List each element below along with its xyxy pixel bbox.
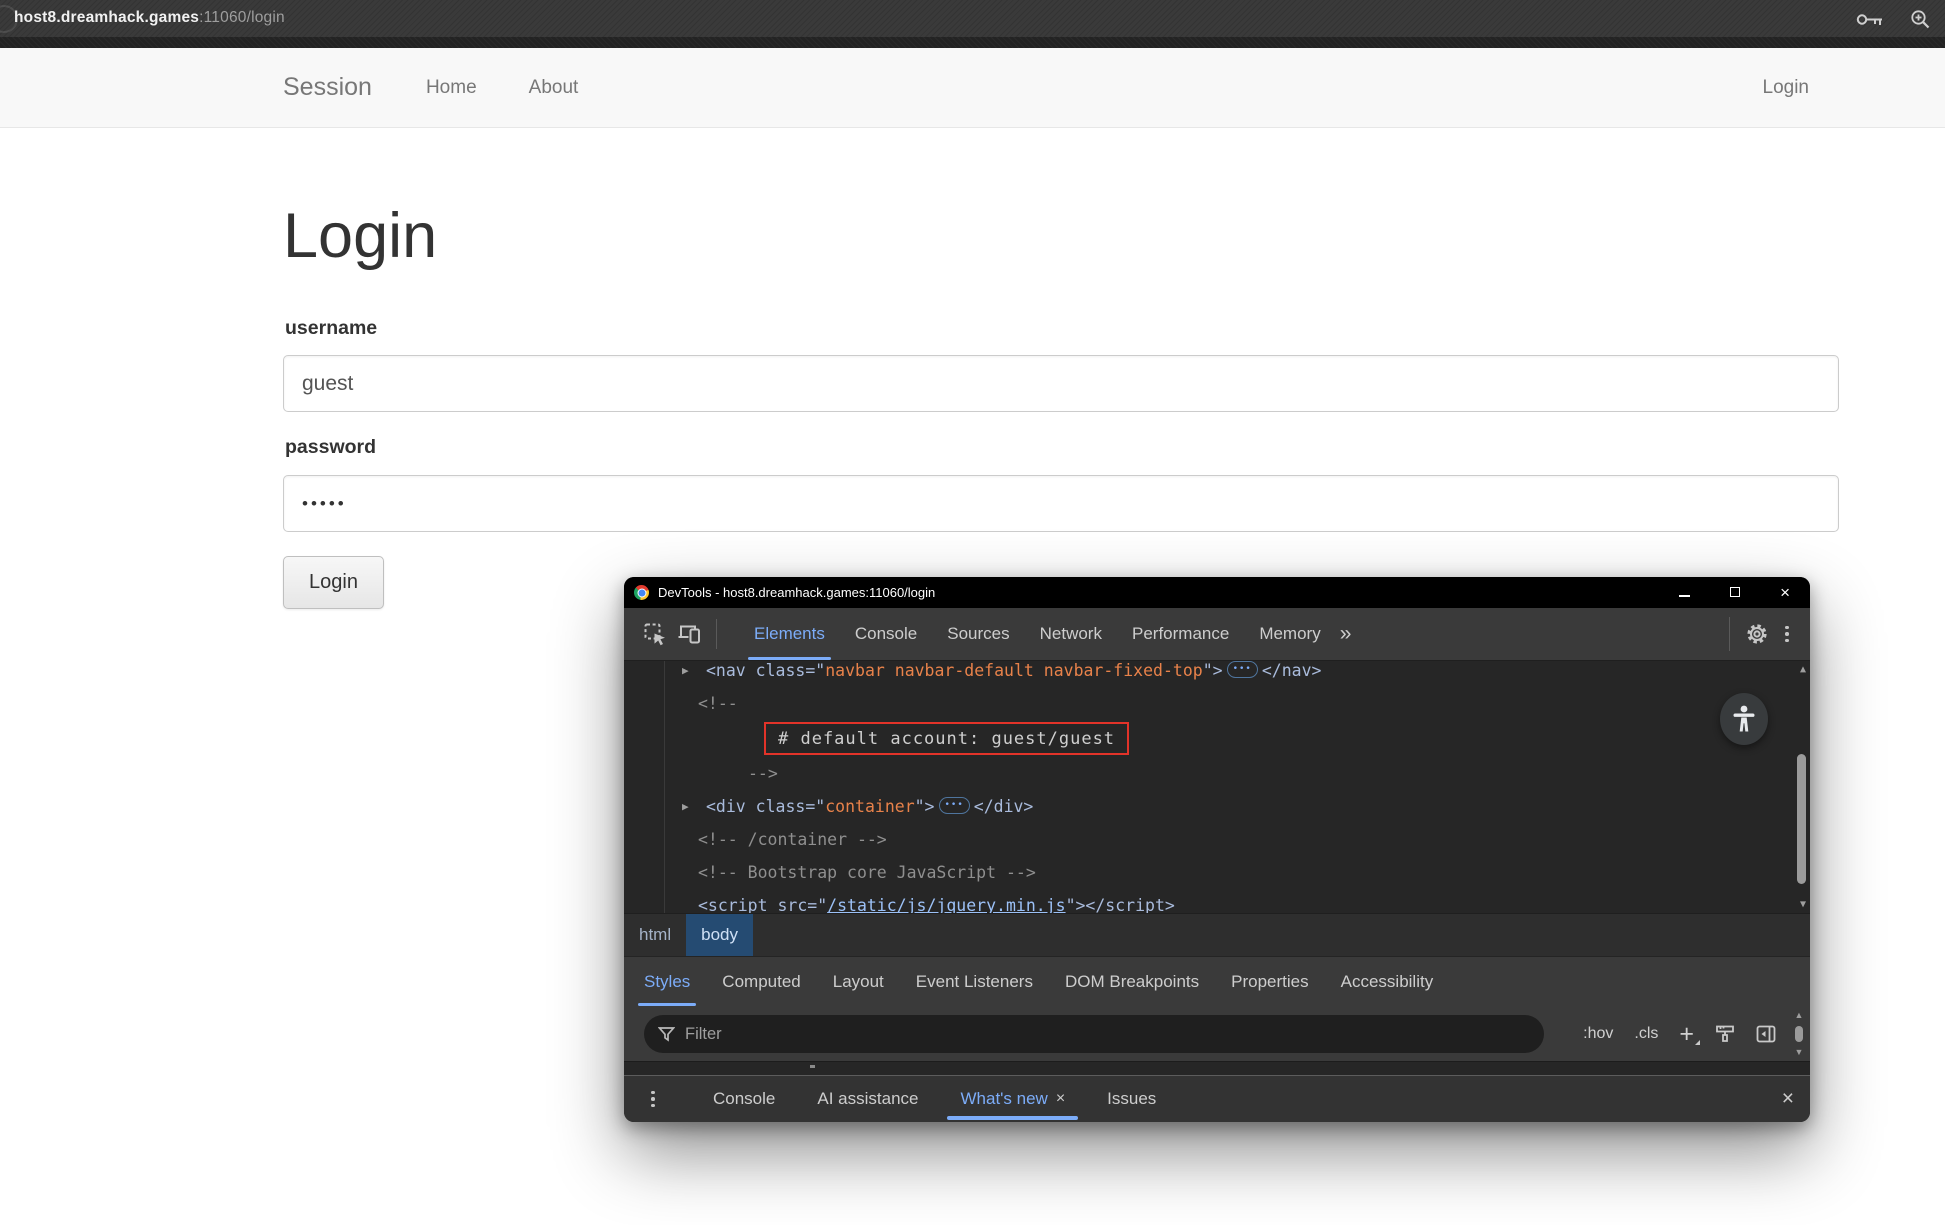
devtools-titlebar[interactable]: DevTools - host8.dreamhack.games:11060/l… [624, 577, 1810, 608]
tree-node-bootstrap-comment[interactable]: <!-- Bootstrap core JavaScript --> [624, 856, 1810, 889]
styles-content-strip [624, 1062, 1810, 1075]
username-label: username [285, 317, 377, 340]
device-toolbar-icon[interactable] [672, 617, 706, 651]
tab-network[interactable]: Network [1025, 608, 1117, 660]
class-toggle-button[interactable]: .cls [1634, 1025, 1658, 1043]
scroll-down-icon[interactable]: ▼ [1795, 1047, 1804, 1057]
tab-memory[interactable]: Memory [1244, 608, 1335, 660]
drawer-tab-console[interactable]: Console [692, 1076, 796, 1122]
tab-performance[interactable]: Performance [1117, 608, 1244, 660]
script-src-link[interactable]: /static/js/jquery.min.js [827, 896, 1065, 913]
username-input[interactable] [283, 355, 1839, 412]
expand-arrow-icon[interactable]: ▶ [682, 661, 689, 687]
brush-icon[interactable] [1715, 1024, 1735, 1044]
chrome-logo-icon [634, 585, 649, 600]
ellipsis-button[interactable]: ••• [1227, 661, 1258, 678]
hover-state-button[interactable]: :hov [1583, 1025, 1613, 1043]
filter-funnel-icon [658, 1026, 675, 1042]
url-display[interactable]: host8.dreamhack.games:11060/login [14, 9, 285, 27]
close-tab-icon[interactable]: × [1056, 1090, 1065, 1108]
elements-panel: ▶<nav class="navbar navbar-default navba… [624, 661, 1810, 913]
styles-filter-row: :hov .cls + ▲ ▼ [624, 1006, 1810, 1062]
tab-sources[interactable]: Sources [932, 608, 1024, 660]
nav-link-home[interactable]: Home [426, 77, 477, 99]
drawer-tab-ai-assistance[interactable]: AI assistance [796, 1076, 939, 1122]
settings-gear-icon[interactable] [1740, 617, 1774, 651]
browser-topbar: host8.dreamhack.games:11060/login [0, 0, 1945, 48]
more-tabs-icon[interactable]: » [1340, 622, 1352, 646]
close-button[interactable]: × [1780, 584, 1790, 601]
nav-link-about[interactable]: About [529, 77, 579, 99]
expand-arrow-icon[interactable]: ▶ [682, 790, 689, 823]
devtools-drawer: Console AI assistance What's new × Issue… [624, 1075, 1810, 1122]
nav-link-login[interactable]: Login [1763, 77, 1810, 99]
devtools-window: DevTools - host8.dreamhack.games:11060/l… [624, 577, 1810, 1122]
styles-scrollbar-thumb[interactable] [1795, 1026, 1803, 1042]
styles-filter-input[interactable] [685, 1025, 1485, 1044]
tree-node-highlighted-comment[interactable]: # default account: guest/guest [624, 720, 1810, 757]
styles-tab-bar: Styles Computed Layout Event Listeners D… [624, 956, 1810, 1006]
maximize-button[interactable] [1730, 584, 1740, 602]
tab-event-listeners[interactable]: Event Listeners [900, 957, 1049, 1006]
tab-properties[interactable]: Properties [1215, 957, 1324, 1006]
drawer-close-icon[interactable]: × [1782, 1087, 1794, 1111]
breadcrumb-html[interactable]: html [624, 914, 686, 956]
page-title: Login [283, 200, 437, 272]
url-host: host8.dreamhack.games [14, 9, 199, 26]
breadcrumb-body[interactable]: body [686, 914, 753, 956]
tree-node-comment-close[interactable]: --> [624, 757, 1810, 790]
tab-accessibility[interactable]: Accessibility [1325, 957, 1450, 1006]
site-navbar: Session Home About Login [0, 48, 1945, 128]
ellipsis-button[interactable]: ••• [939, 797, 970, 814]
tree-node-nav[interactable]: ▶<nav class="navbar navbar-default navba… [624, 661, 1810, 687]
password-label: password [285, 436, 376, 459]
tab-styles[interactable]: Styles [628, 957, 706, 1006]
filter-pill[interactable] [644, 1015, 1544, 1053]
tree-node-container-div[interactable]: ▶<div class="container">•••</div> [624, 790, 1810, 823]
url-path: :11060/login [199, 9, 285, 26]
tree-node-container-comment[interactable]: <!-- /container --> [624, 823, 1810, 856]
tab-elements[interactable]: Elements [739, 608, 840, 660]
zoom-in-icon[interactable] [1903, 2, 1937, 36]
drawer-tab-whats-new[interactable]: What's new × [939, 1076, 1086, 1122]
tab-dom-breakpoints[interactable]: DOM Breakpoints [1049, 957, 1215, 1006]
scroll-up-icon[interactable]: ▲ [1795, 1010, 1804, 1020]
navbar-brand[interactable]: Session [283, 73, 372, 102]
new-style-rule-button[interactable]: + [1679, 1024, 1694, 1044]
devtools-tab-bar: Elements Console Sources Network Perform… [739, 608, 1336, 660]
login-button[interactable]: Login [283, 556, 384, 609]
toggle-sidebar-icon[interactable] [1756, 1024, 1776, 1044]
devtools-menu-icon[interactable] [1774, 626, 1800, 643]
styles-partial-text [810, 1065, 815, 1068]
accessibility-icon[interactable] [1720, 693, 1768, 745]
tab-console[interactable]: Console [840, 608, 932, 660]
tree-node-comment-open[interactable]: <!-- [624, 687, 1810, 720]
tab-layout[interactable]: Layout [817, 957, 900, 1006]
styles-scrollbar[interactable]: ▲ ▼ [1793, 1010, 1805, 1057]
devtools-toolbar: Elements Console Sources Network Perform… [624, 608, 1810, 661]
drawer-menu-icon[interactable] [640, 1091, 666, 1108]
elements-scrollbar-thumb[interactable] [1797, 754, 1806, 884]
inspect-element-icon[interactable] [638, 617, 672, 651]
minimize-button[interactable] [1679, 584, 1690, 602]
tree-node-script[interactable]: <script src="/static/js/jquery.min.js"><… [624, 889, 1810, 913]
dom-breadcrumbs: html body [624, 913, 1810, 956]
password-input[interactable] [283, 475, 1839, 532]
tab-computed[interactable]: Computed [706, 957, 816, 1006]
red-highlight-box: # default account: guest/guest [764, 722, 1129, 755]
scroll-down-icon[interactable]: ▼ [1800, 899, 1806, 910]
devtools-title: DevTools - host8.dreamhack.games:11060/l… [658, 585, 1679, 600]
key-icon[interactable] [1852, 2, 1886, 36]
scroll-up-icon[interactable]: ▲ [1800, 664, 1806, 675]
drawer-tab-issues[interactable]: Issues [1086, 1076, 1177, 1122]
